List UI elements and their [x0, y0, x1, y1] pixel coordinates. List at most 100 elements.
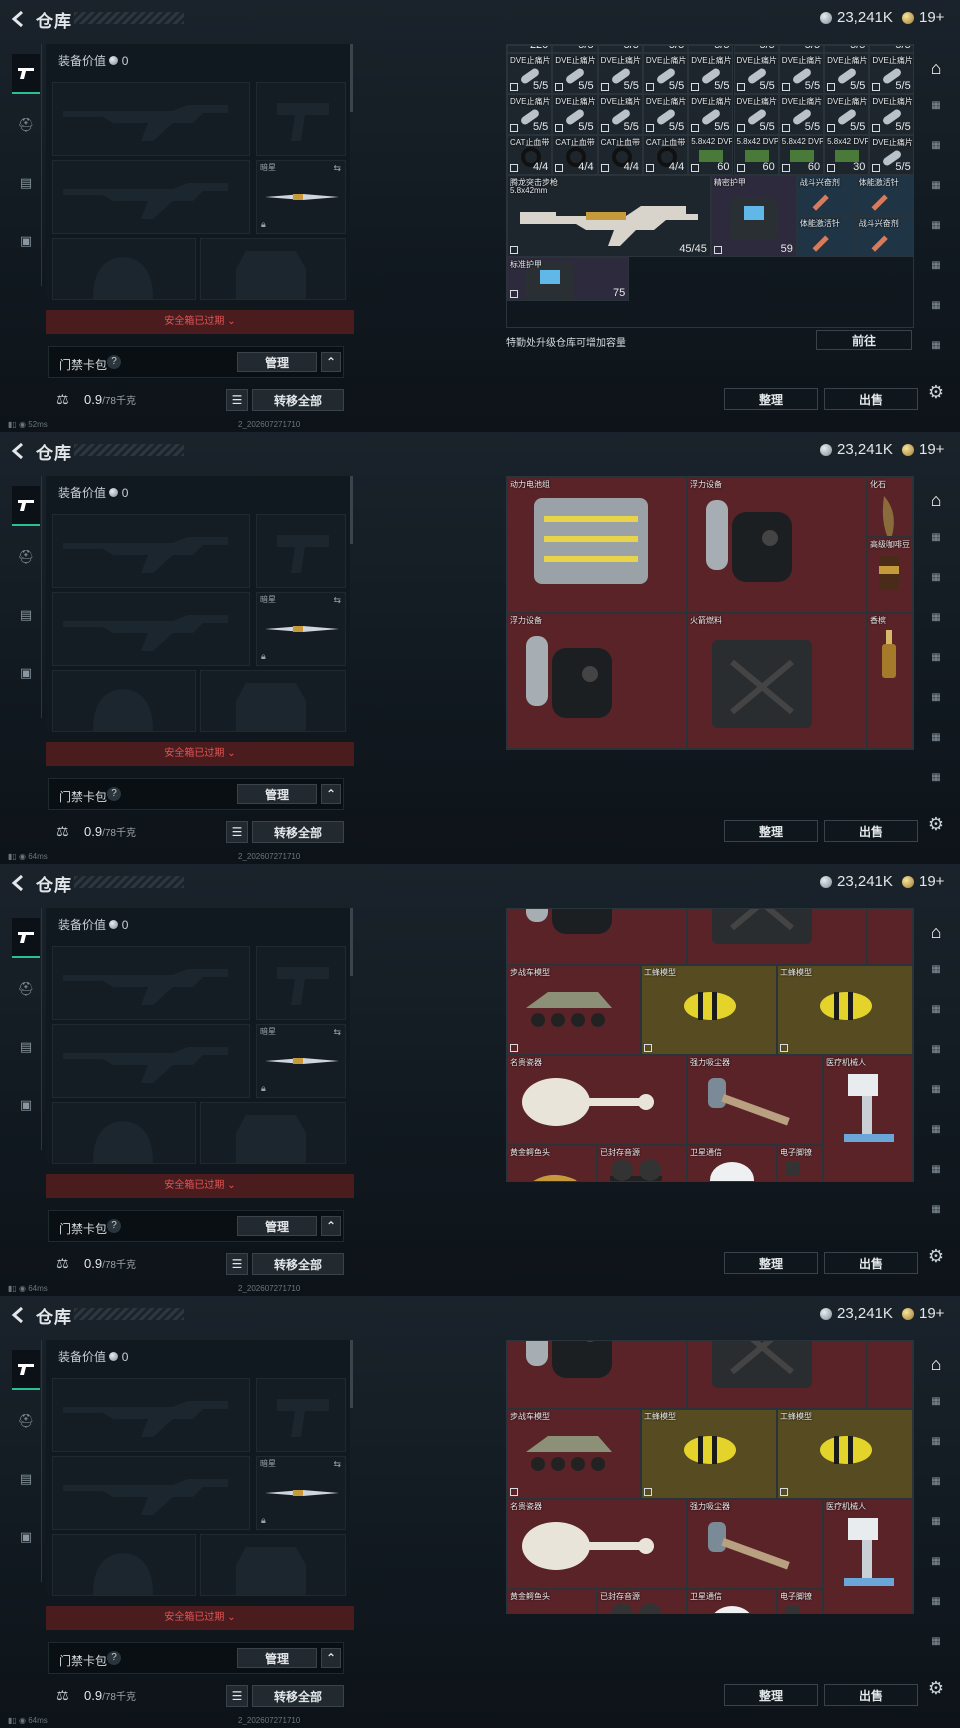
sell-button[interactable]: 出售 [824, 820, 918, 842]
ammo-cell[interactable]: 5.8x42 DVP88 60 [778, 135, 825, 175]
ifv-cell[interactable]: 步战车模型 [507, 1409, 641, 1499]
silver-currency[interactable]: 23,241K [820, 441, 893, 458]
goto-button[interactable]: 前往 [816, 330, 912, 350]
melee-slot[interactable]: 暗星 ⇆ 🔒︎ [256, 160, 346, 234]
fossil-cell[interactable]: 化石 [867, 477, 913, 537]
equipment-scrollbar[interactable] [350, 476, 353, 544]
tab-quick-1[interactable]: ▦ [922, 1396, 950, 1420]
silver-currency[interactable]: 23,241K [820, 873, 893, 890]
tab-quick-6[interactable]: ▦ [922, 1596, 950, 1620]
back-arrow-icon[interactable] [8, 872, 30, 894]
sidebar-item-backpack[interactable]: ▤ [12, 1034, 40, 1060]
tab-quick-7[interactable]: ▦ [922, 772, 950, 796]
body-armor-slot[interactable] [200, 238, 346, 300]
inventory-grid[interactable]: 动力电池组浮力设备化石高级咖啡豆浮力设备火箭燃料香槟步战车模型工蜂模型工蜂模型名… [506, 908, 914, 1182]
sidebar-item-case[interactable]: ▣ [12, 1524, 40, 1550]
secondary-weapon-slot[interactable] [256, 82, 346, 156]
medarm-cell[interactable]: 医疗机械人 [823, 1499, 913, 1613]
inventory-grid[interactable]: 动力电池组浮力设备化石高级咖啡豆浮力设备火箭燃料香槟步战车模型工蜂模型工蜂模型名… [506, 476, 914, 750]
sort-button[interactable]: 整理 [724, 388, 818, 410]
primary-weapon-slot[interactable] [52, 82, 250, 156]
tab-quick-7[interactable]: ▦ [922, 1636, 950, 1660]
painkiller-cell[interactable]: DVE止痛片 5/5 [642, 53, 689, 94]
tab-quick-2[interactable]: ▦ [922, 1436, 950, 1460]
stim-cell[interactable]: 体能激活针 [796, 216, 856, 257]
tab-quick-3[interactable]: ▦ [922, 612, 950, 636]
painkiller-cell[interactable]: DVE止痛片 5/5 [597, 94, 643, 135]
manage-button[interactable]: 管理 [237, 784, 317, 804]
gold-currency[interactable]: 19+ [902, 873, 944, 890]
reel-cell[interactable]: 已封存音源 [597, 1589, 687, 1613]
vacuum-cell[interactable]: 强力吸尘器 [687, 1499, 823, 1589]
item-cell[interactable]: 5/5 [869, 45, 913, 53]
tertiary-weapon-slot[interactable] [52, 592, 250, 666]
sidebar-item-backpack[interactable]: ▤ [12, 602, 40, 628]
tab-quick-3[interactable]: ▦ [922, 1476, 950, 1500]
tab-quick-7[interactable]: ▦ [922, 340, 950, 364]
ifv-cell[interactable]: 步战车模型 [507, 965, 641, 1055]
vacuum-cell[interactable]: 强力吸尘器 [687, 1055, 823, 1145]
chevron-up-icon[interactable]: ⌃ [321, 1216, 341, 1236]
swap-icon[interactable]: ⇆ [333, 1459, 341, 1470]
tertiary-weapon-slot[interactable] [52, 1024, 250, 1098]
tab-quick-4[interactable]: ▦ [922, 1516, 950, 1540]
scuba-cell[interactable]: 浮力设备 [507, 909, 687, 965]
bee-cell[interactable]: 工蜂模型 [641, 965, 777, 1055]
chevron-up-icon[interactable]: ⌃ [321, 352, 341, 372]
painkiller-cell[interactable]: DVE止痛片 5/5 [688, 94, 734, 135]
tab-quick-2[interactable]: ▦ [922, 140, 950, 164]
chevron-up-icon[interactable]: ⌃ [321, 784, 341, 804]
tourniquet-cell[interactable]: CAT止血带 4/4 [642, 135, 689, 175]
tourniquet-cell[interactable]: CAT止血带 4/4 [507, 135, 553, 175]
painkiller-cell[interactable]: DVE止痛片 5/5 [733, 94, 779, 135]
reel-cell[interactable]: 已封存音源 [597, 1145, 687, 1181]
tab-quick-2[interactable]: ▦ [922, 1004, 950, 1028]
painkiller-cell[interactable]: DVE止痛片 5/5 [552, 53, 598, 94]
vase-cell[interactable]: 名贵瓷器 [507, 1499, 687, 1589]
bee-cell[interactable]: 工蜂模型 [777, 1409, 913, 1499]
item-cell[interactable]: 5/5 [552, 45, 598, 53]
back-arrow-icon[interactable] [8, 1304, 30, 1326]
painkiller-cell[interactable]: DVE止痛片 5/5 [778, 53, 825, 94]
tertiary-weapon-slot[interactable] [52, 160, 250, 234]
manage-button[interactable]: 管理 [237, 1648, 317, 1668]
sort-button[interactable]: 整理 [724, 1252, 818, 1274]
help-icon[interactable]: ? [107, 1219, 121, 1233]
back-arrow-icon[interactable] [8, 8, 30, 30]
equipment-scrollbar[interactable] [350, 44, 353, 112]
secondary-weapon-slot[interactable] [256, 946, 346, 1020]
primary-weapon-slot[interactable] [52, 514, 250, 588]
tab-quick-5[interactable]: ▦ [922, 1556, 950, 1580]
sidebar-item-armor[interactable]: ⛑ [12, 544, 40, 570]
helmet-slot[interactable] [52, 1534, 196, 1596]
manage-button[interactable]: 管理 [237, 352, 317, 372]
stim-cell[interactable]: 体能激活针 [855, 175, 913, 216]
swap-icon[interactable]: ⇆ [333, 163, 341, 174]
tab-quick-1[interactable]: ▦ [922, 964, 950, 988]
gold-currency[interactable]: 19+ [902, 9, 944, 26]
tab-quick-4[interactable]: ▦ [922, 1084, 950, 1108]
sell-button[interactable]: 出售 [824, 1252, 918, 1274]
ammo-cell[interactable]: 5.8x42 DVP88 30 [824, 135, 870, 175]
ifv-cell[interactable]: 步战车模型 [507, 749, 641, 750]
tab-quick-3[interactable]: ▦ [922, 180, 950, 204]
item-cell[interactable]: 5/5 [642, 45, 689, 53]
tab-quick-6[interactable]: ▦ [922, 1164, 950, 1188]
tertiary-weapon-slot[interactable] [52, 1456, 250, 1530]
body-armor-slot[interactable] [200, 1102, 346, 1164]
painkiller-cell[interactable]: DVE止痛片 5/5 [597, 53, 643, 94]
silver-currency[interactable]: 23,241K [820, 9, 893, 26]
item-cell[interactable]: 5/5 [688, 45, 734, 53]
secure-case-expired-banner[interactable]: 安全箱已过期 ⌄ [46, 742, 354, 766]
item-cell[interactable]: 5/5 [597, 45, 643, 53]
transfer-all-button[interactable]: 转移全部 [252, 821, 344, 843]
sidebar-item-weapons[interactable] [12, 918, 40, 958]
secure-case-expired-banner[interactable]: 安全箱已过期 ⌄ [46, 1606, 354, 1630]
secondary-weapon-slot[interactable] [256, 514, 346, 588]
champagne-cell[interactable]: 香槟 [867, 1341, 913, 1409]
list-icon[interactable]: ☰ [226, 1685, 248, 1707]
sidebar-item-weapons[interactable] [12, 486, 40, 526]
tab-quick-5[interactable]: ▦ [922, 692, 950, 716]
stim-cell[interactable]: 战斗兴奋剂 [796, 175, 856, 216]
sidebar-item-weapons[interactable] [12, 1350, 40, 1390]
